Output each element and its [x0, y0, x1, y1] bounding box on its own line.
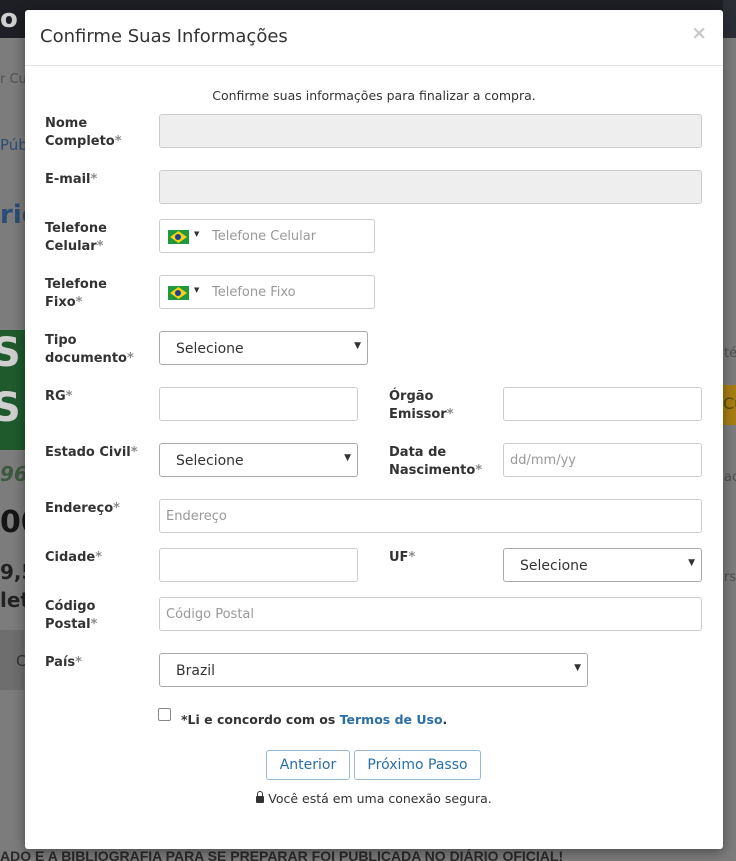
celular-label: Telefone Celular*	[45, 221, 107, 254]
endereco-input[interactable]	[160, 500, 701, 532]
orgao-emissor-label: Órgão Emissor*	[389, 389, 454, 422]
estado-civil-label: Estado Civil*	[45, 445, 138, 460]
celular-input[interactable]	[206, 220, 371, 252]
tipo-documento-select[interactable]: Selecione ▼	[159, 331, 368, 365]
background-text: Púb	[0, 136, 28, 154]
estado-civil-select[interactable]: Selecione ▼	[159, 443, 358, 477]
data-nascimento-field[interactable]	[503, 443, 702, 477]
terms-link[interactable]: Termos de Uso	[340, 712, 443, 727]
data-nascimento-label: Data de Nascimento*	[389, 445, 483, 478]
rg-input[interactable]	[160, 388, 357, 420]
email-label: E-mail*	[45, 172, 98, 187]
intro-text: Confirme suas informações para finalizar…	[212, 88, 536, 103]
orgao-emissor-field[interactable]	[503, 387, 702, 421]
codigo-postal-input[interactable]	[160, 598, 701, 630]
close-icon[interactable]: ×	[691, 22, 707, 44]
background-text: té	[724, 346, 736, 361]
background-logo: o	[0, 4, 18, 34]
endereco-label: Endereço*	[45, 501, 120, 516]
modal-title: Confirme Suas Informações	[40, 26, 288, 47]
cidade-label: Cidade*	[45, 550, 103, 565]
celular-phone-field: ▼	[159, 219, 375, 253]
email-input[interactable]	[160, 171, 701, 203]
terms-text: *Li e concordo com os Termos de Uso.	[181, 712, 448, 727]
uf-label: UF*	[389, 550, 416, 565]
cidade-field[interactable]	[159, 548, 358, 582]
uf-select[interactable]: Selecione ▼	[503, 548, 702, 582]
previous-button[interactable]: Anterior	[266, 750, 350, 780]
nome-input[interactable]	[160, 115, 701, 147]
email-field[interactable]	[159, 170, 702, 204]
background-headline: ADO E A BIBLIOGRAFIA PARA SE PREPARAR FO…	[0, 848, 564, 861]
background-banner: S S	[0, 330, 26, 450]
cidade-input[interactable]	[160, 549, 357, 581]
endereco-field[interactable]	[159, 499, 702, 533]
codigo-postal-label: Código Postal*	[45, 599, 98, 632]
codigo-postal-field[interactable]	[159, 597, 702, 631]
background-text: r Cu	[0, 72, 27, 87]
secure-connection-note: Você está em uma conexão segura.	[25, 791, 723, 806]
chevron-down-icon: ▼	[688, 558, 695, 568]
rg-label: RG*	[45, 389, 73, 404]
fixo-label: Telefone Fixo*	[45, 277, 107, 310]
fixo-phone-field: ▼	[159, 275, 375, 309]
terms-checkbox[interactable]	[158, 708, 171, 721]
modal-header: Confirme Suas Informações ×	[25, 10, 723, 66]
tipo-documento-label: Tipo documento*	[45, 333, 134, 366]
orgao-emissor-input[interactable]	[504, 388, 701, 420]
chevron-down-icon[interactable]: ▼	[194, 286, 199, 294]
pais-label: País*	[45, 655, 82, 670]
fixo-input[interactable]	[206, 276, 371, 308]
chevron-down-icon: ▼	[574, 663, 581, 673]
brazil-flag-icon[interactable]	[168, 230, 189, 244]
brazil-flag-icon[interactable]	[168, 286, 189, 300]
chevron-down-icon: ▼	[344, 453, 351, 463]
data-nascimento-input[interactable]	[504, 444, 701, 476]
background-text: 96	[0, 462, 28, 486]
rg-field[interactable]	[159, 387, 358, 421]
next-step-button[interactable]: Próximo Passo	[354, 750, 481, 780]
background-text: ad	[724, 470, 736, 485]
background-button: Cu	[723, 385, 736, 425]
background-text: rs	[724, 570, 736, 585]
lock-icon	[256, 791, 265, 803]
confirm-info-modal: Confirme Suas Informações × Confirme sua…	[25, 10, 723, 849]
nome-field[interactable]	[159, 114, 702, 148]
chevron-down-icon: ▼	[354, 341, 361, 351]
pais-select[interactable]: Brazil ▼	[159, 653, 588, 687]
nome-label: Nome Completo*	[45, 116, 122, 149]
chevron-down-icon[interactable]: ▼	[194, 230, 199, 238]
